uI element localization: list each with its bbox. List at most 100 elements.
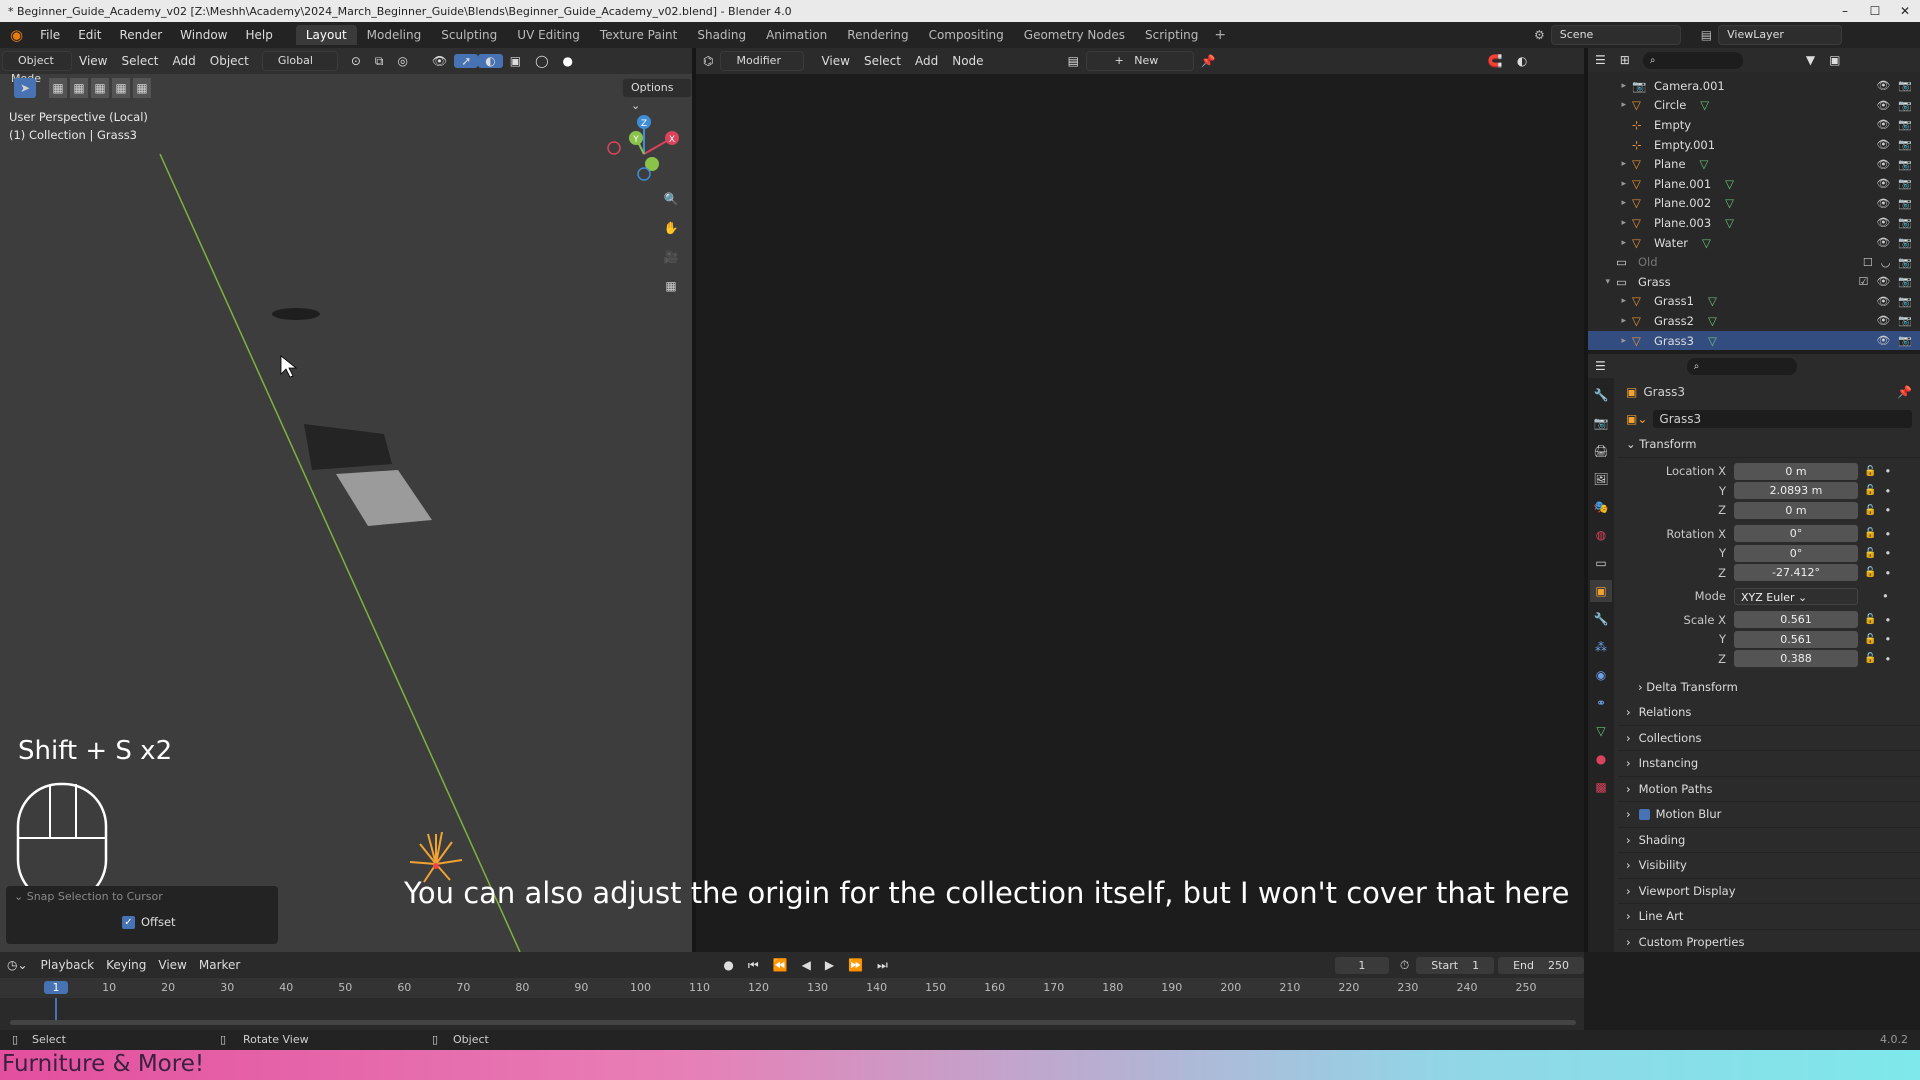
- eye-icon[interactable]: 👁: [1876, 314, 1890, 327]
- outliner-row-plane-001[interactable]: ▸ ▽ Plane.001 ▽ 👁 📷: [1588, 174, 1920, 194]
- new-node-tree-button[interactable]: + New: [1085, 51, 1194, 71]
- workspace-tab-geometry-nodes[interactable]: Geometry Nodes: [1014, 25, 1135, 45]
- expand-arrow-icon[interactable]: ▸: [1588, 81, 1632, 91]
- workspace-tab-rendering[interactable]: Rendering: [837, 25, 918, 45]
- delta-transform-header[interactable]: › Delta Transform: [1618, 675, 1920, 701]
- keyframe-dot-icon[interactable]: •: [1884, 464, 1891, 478]
- expand-arrow-icon[interactable]: ▸: [1588, 336, 1632, 346]
- expand-arrow-icon[interactable]: ▾: [1588, 277, 1616, 287]
- node-menu-node[interactable]: Node: [945, 54, 990, 68]
- render-camera-icon[interactable]: 📷: [1898, 79, 1912, 92]
- viewlayer-selector[interactable]: ViewLayer: [1718, 25, 1843, 45]
- workspace-tab-sculpting[interactable]: Sculpting: [431, 25, 507, 45]
- outliner[interactable]: ☰ ⊞ ⌕ ▼ ▣ ▸ 📷 Camera.001 👁 📷 ▸ ▽ Circle ▽ 👁 📷 ⊹ Empt…: [1588, 48, 1920, 350]
- outliner-row-water[interactable]: ▸ ▽ Water ▽ 👁 📷: [1588, 233, 1920, 253]
- panel-custom-properties[interactable]: › Custom Properties: [1618, 930, 1920, 953]
- keyframe-dot-icon[interactable]: •: [1884, 632, 1891, 646]
- panel-motion-blur[interactable]: › Motion Blur: [1618, 802, 1920, 828]
- material-tab-icon[interactable]: ●: [1590, 748, 1612, 770]
- render-camera-icon[interactable]: 📷: [1898, 236, 1912, 249]
- panel-relations[interactable]: › Relations: [1618, 700, 1920, 726]
- timeline[interactable]: ◷⌄ Playback Keying View Marker ● ⏮ ⏪ ◀ ▶ ⏩ …: [0, 952, 1584, 1030]
- expand-arrow-icon[interactable]: ▸: [1588, 179, 1632, 189]
- lock-icon[interactable]: 🔓: [1864, 567, 1876, 578]
- gizmo-toggle-icon[interactable]: ➚: [454, 54, 479, 68]
- panel-visibility[interactable]: › Visibility: [1618, 853, 1920, 879]
- outliner-row-grass3[interactable]: ▸ ▽ Grass3 ▽ 👁 📷: [1588, 330, 1920, 350]
- outliner-row-grass2[interactable]: ▸ ▽ Grass2 ▽ 👁 📷: [1588, 311, 1920, 331]
- location-y-field[interactable]: 2.0893 m: [1734, 482, 1858, 500]
- new-collection-icon[interactable]: ▣: [1822, 53, 1847, 67]
- render-camera-icon[interactable]: 📷: [1898, 99, 1912, 112]
- eye-icon[interactable]: 👁: [1876, 177, 1890, 190]
- add-workspace-button[interactable]: +: [1208, 27, 1232, 43]
- viewlayer-icon[interactable]: ▤: [1701, 28, 1712, 42]
- node-slot-icon[interactable]: ▤: [1061, 54, 1086, 68]
- shading-wireframe-icon[interactable]: ◯: [528, 54, 555, 68]
- render-camera-icon[interactable]: 📷: [1898, 197, 1912, 210]
- keyframe-dot-icon[interactable]: •: [1884, 484, 1891, 498]
- clock-icon[interactable]: ⏱: [1393, 958, 1416, 973]
- timeline-menu-playback[interactable]: Playback: [35, 958, 101, 972]
- render-camera-icon[interactable]: 📷: [1898, 334, 1912, 347]
- eye-icon[interactable]: ◡: [1881, 256, 1891, 269]
- viewport-menu-view[interactable]: View: [72, 54, 114, 68]
- eye-icon[interactable]: 👁: [1876, 334, 1890, 347]
- menu-edit[interactable]: Edit: [69, 28, 110, 42]
- expand-arrow-icon[interactable]: ▸: [1588, 198, 1632, 208]
- output-tab-icon[interactable]: 🖨: [1590, 440, 1612, 462]
- render-camera-icon[interactable]: 📷: [1898, 177, 1912, 190]
- editor-type-icon[interactable]: ⌬: [696, 54, 720, 68]
- mode-selector[interactable]: Object Mode: [2, 51, 72, 85]
- lock-icon[interactable]: 🔓: [1864, 466, 1876, 477]
- outliner-row-plane-002[interactable]: ▸ ▽ Plane.002 ▽ 👁 📷: [1588, 194, 1920, 214]
- maximize-button[interactable]: ☐: [1860, 0, 1890, 22]
- outliner-editor-icon[interactable]: ☰: [1588, 53, 1613, 67]
- expand-arrow-icon[interactable]: ▸: [1588, 218, 1632, 228]
- workspace-tab-texture-paint[interactable]: Texture Paint: [590, 25, 687, 45]
- viewport-menu-add[interactable]: Add: [166, 54, 203, 68]
- outliner-row-plane-003[interactable]: ▸ ▽ Plane.003 ▽ 👁 📷: [1588, 213, 1920, 233]
- keyframe-dot-icon[interactable]: •: [1884, 546, 1891, 560]
- timeline-ruler[interactable]: 1 10 20 30 40 50 60 70 80 90 100 110 120 130 140 150 160…: [0, 978, 1584, 998]
- panel-motion-paths[interactable]: › Motion Paths: [1618, 777, 1920, 802]
- expand-arrow-icon[interactable]: ▸: [1588, 316, 1632, 326]
- transform-orientation-selector[interactable]: Global: [261, 51, 338, 71]
- lock-icon[interactable]: 🔓: [1864, 485, 1876, 496]
- lock-icon[interactable]: 🔓: [1864, 548, 1876, 559]
- expand-arrow-icon[interactable]: ▸: [1588, 238, 1632, 248]
- play-icon[interactable]: ▶: [818, 958, 841, 972]
- proportional-icon[interactable]: ◎: [390, 54, 414, 68]
- scene-tab-icon[interactable]: 🎭: [1590, 496, 1612, 518]
- transform-panel-header[interactable]: ⌄ Transform: [1618, 432, 1920, 458]
- eye-icon[interactable]: 👁: [1876, 99, 1890, 112]
- keyframe-dot-icon[interactable]: •: [1884, 652, 1891, 666]
- node-menu-view[interactable]: View: [814, 54, 856, 68]
- physics-tab-icon[interactable]: ◉: [1590, 664, 1612, 686]
- render-camera-icon[interactable]: 📷: [1898, 138, 1912, 151]
- particles-tab-icon[interactable]: ⁂: [1590, 636, 1612, 658]
- overlay-node-icon[interactable]: ◐: [1510, 54, 1534, 68]
- xray-icon[interactable]: ▣: [503, 54, 528, 68]
- render-camera-icon[interactable]: 📷: [1898, 275, 1912, 288]
- lock-icon[interactable]: 🔓: [1864, 505, 1876, 516]
- viewport-menu-select[interactable]: Select: [114, 54, 165, 68]
- operator-panel-header[interactable]: ⌄ Snap Selection to Cursor: [6, 886, 278, 907]
- workspace-tab-modeling[interactable]: Modeling: [357, 25, 432, 45]
- prev-keyframe-icon[interactable]: ⏪: [766, 958, 795, 972]
- eye-icon[interactable]: 👁: [1876, 158, 1890, 171]
- motion-blur-checkbox[interactable]: [1638, 808, 1650, 820]
- minimize-button[interactable]: –: [1830, 0, 1860, 22]
- expand-arrow-icon[interactable]: ▸: [1588, 159, 1632, 169]
- timeline-editor-icon[interactable]: ◷⌄: [0, 958, 35, 972]
- node-menu-select[interactable]: Select: [857, 54, 908, 68]
- world-tab-icon[interactable]: ◍: [1590, 524, 1612, 546]
- node-tree-type-selector[interactable]: Modifier: [720, 51, 805, 71]
- scene-icon[interactable]: ⚙: [1534, 28, 1545, 42]
- eye-icon[interactable]: 👁: [1876, 197, 1890, 210]
- properties-search-input[interactable]: ⌕: [1686, 357, 1797, 375]
- outliner-search-input[interactable]: ⌕: [1642, 51, 1743, 69]
- keyframe-dot-icon[interactable]: •: [1884, 527, 1891, 541]
- workspace-tab-layout[interactable]: Layout: [295, 25, 357, 45]
- collection-tab-icon[interactable]: ▭: [1590, 552, 1612, 574]
